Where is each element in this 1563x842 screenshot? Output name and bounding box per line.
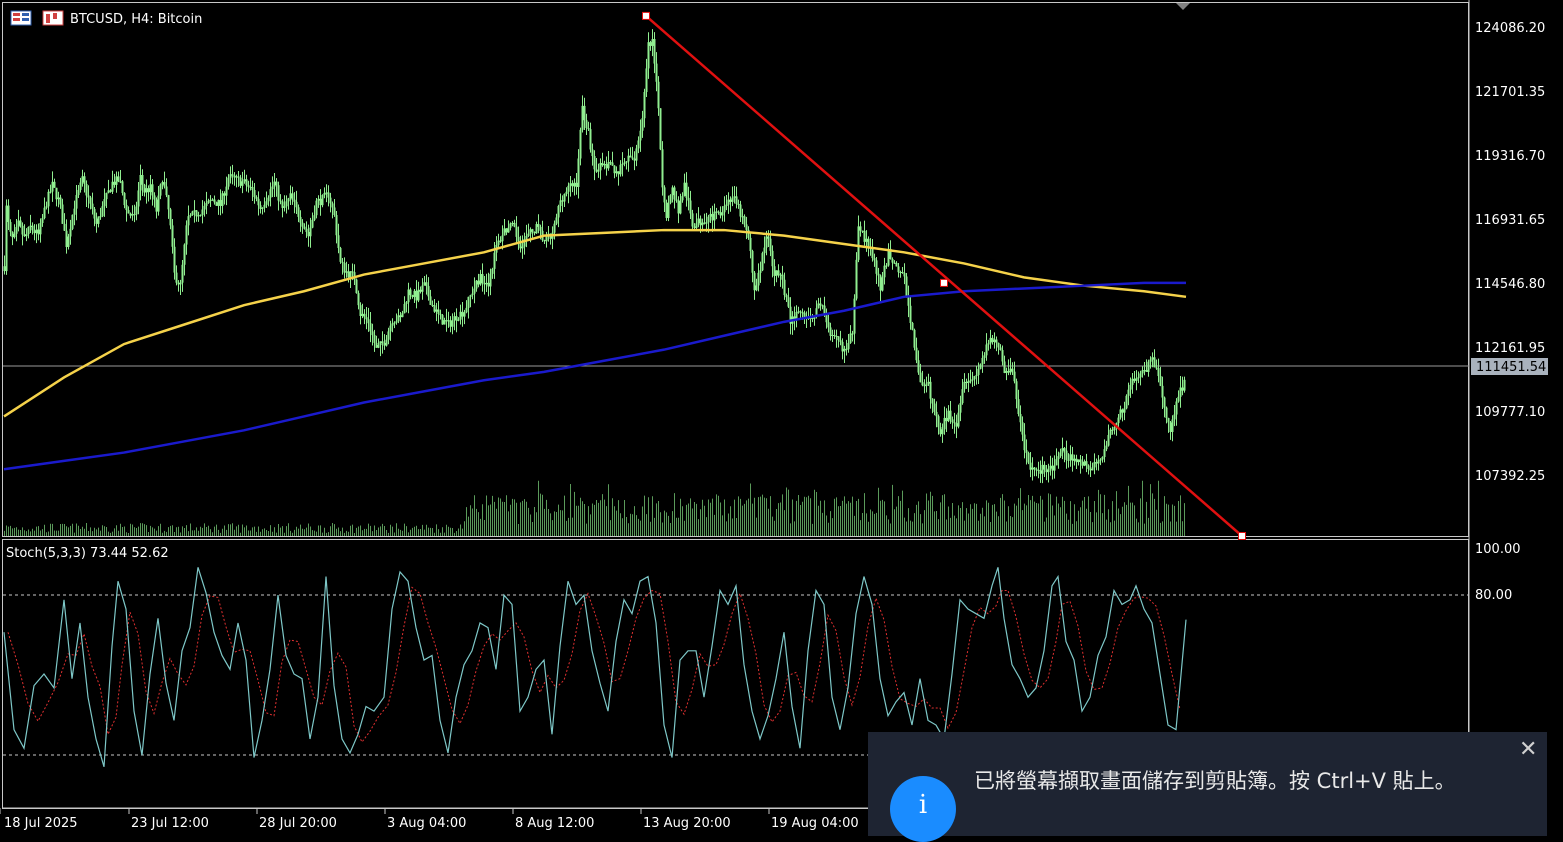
- time-tick: 19 Aug 04:00: [771, 816, 859, 831]
- price-tick: 121701.35: [1475, 85, 1545, 100]
- trendline-start-handle[interactable]: [642, 11, 650, 20]
- trading-chart-window[interactable]: BTCUSD, H4: Bitcoin 124086.20 121701.35 …: [0, 0, 1563, 842]
- price-tick: 109777.10: [1475, 405, 1545, 420]
- chart-type-icon[interactable]: [42, 10, 64, 26]
- stoch-tick: 80.00: [1475, 588, 1512, 603]
- price-tick: 116931.65: [1475, 213, 1545, 228]
- time-tick: 23 Jul 12:00: [131, 816, 209, 831]
- screenshot-toast[interactable]: ✕ 已將螢幕擷取畫面儲存到剪貼簿。按 Ctrl+V 貼上。 i: [868, 732, 1547, 842]
- price-tick: 124086.20: [1475, 21, 1545, 36]
- time-tick: 28 Jul 20:00: [259, 816, 337, 831]
- symbol-label: BTCUSD, H4: Bitcoin: [70, 12, 202, 27]
- price-tick: 112161.95: [1475, 341, 1545, 356]
- current-price-label: 111451.54: [1476, 360, 1546, 375]
- toast-message: 已將螢幕擷取畫面儲存到剪貼簿。按 Ctrl+V 貼上。: [974, 769, 1456, 793]
- time-tick: 13 Aug 20:00: [643, 816, 731, 831]
- price-tick: 119316.70: [1475, 149, 1545, 164]
- time-tick: 18 Jul 2025: [4, 816, 78, 831]
- trendline-end-handle[interactable]: [1238, 532, 1246, 540]
- trendline-middle-handle[interactable]: [940, 278, 948, 287]
- info-icon: i: [890, 776, 956, 842]
- close-icon[interactable]: ✕: [1519, 738, 1537, 762]
- stoch-label: Stoch(5,3,3) 73.44 52.62: [6, 546, 169, 561]
- window-menu-icon[interactable]: [10, 10, 32, 26]
- time-tick: 3 Aug 04:00: [387, 816, 466, 831]
- price-tick: 114546.80: [1475, 277, 1545, 292]
- info-glyph: i: [918, 790, 928, 820]
- chart-canvas[interactable]: BTCUSD, H4: Bitcoin 124086.20 121701.35 …: [0, 0, 1563, 836]
- stoch-tick: 100.00: [1475, 542, 1521, 557]
- price-tick: 107392.25: [1475, 469, 1545, 484]
- time-tick: 8 Aug 12:00: [515, 816, 594, 831]
